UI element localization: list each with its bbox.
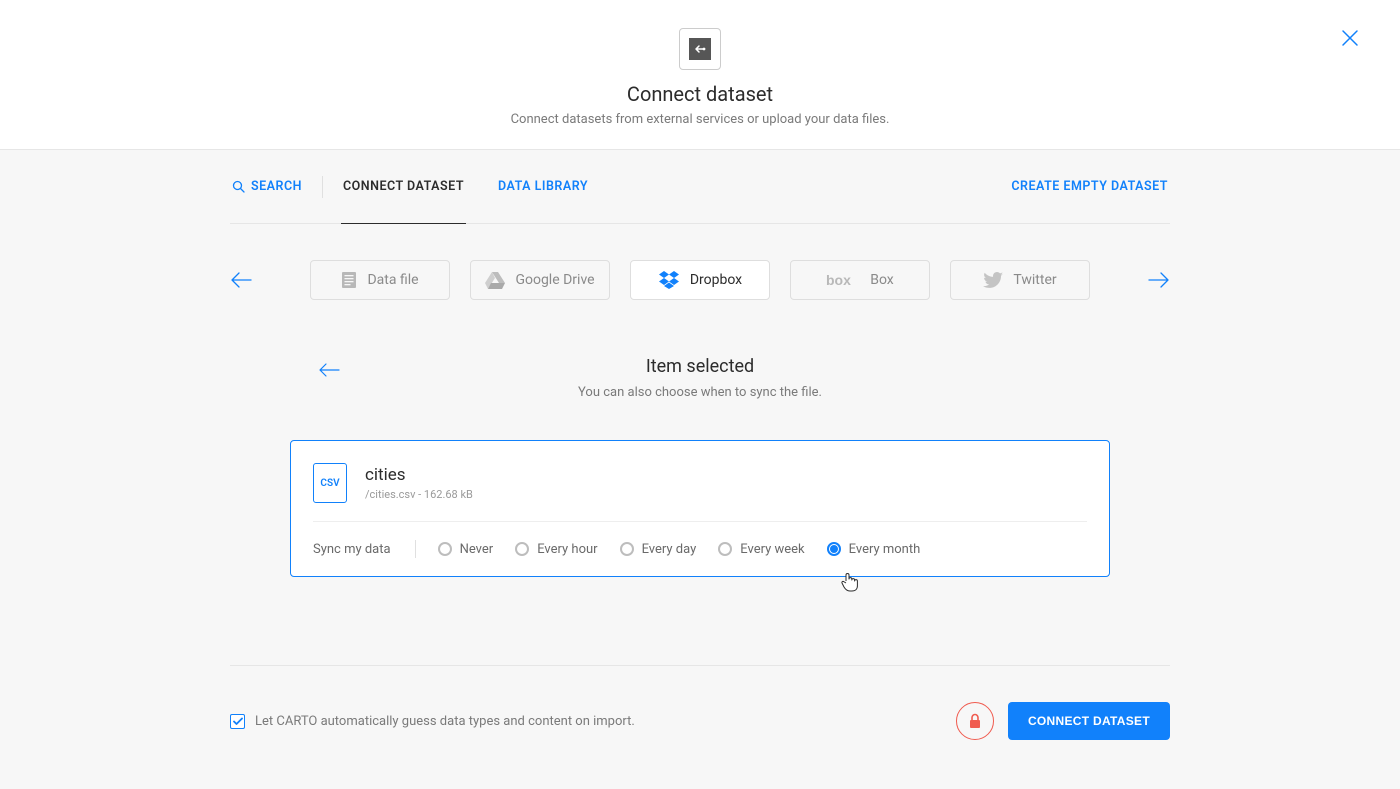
connector-twitter-label: Twitter: [1013, 272, 1056, 288]
sync-month-label: Every month: [849, 542, 921, 557]
radio-icon: [718, 542, 732, 556]
tab-connect-label: CONNECT DATASET: [343, 179, 464, 194]
guess-types-label: Let CARTO automatically guess data types…: [255, 714, 635, 729]
privacy-lock-button[interactable]: [956, 702, 994, 740]
svg-text:box: box: [826, 272, 851, 288]
lock-icon: [968, 713, 982, 729]
item-selected-desc: You can also choose when to sync the fil…: [230, 385, 1170, 400]
connector-data-file[interactable]: Data file: [310, 260, 450, 300]
connectors-row: Data file Google Drive: [230, 260, 1170, 300]
file-name: cities: [365, 465, 473, 485]
guess-types-checkbox[interactable]: [230, 714, 245, 729]
tab-data-library[interactable]: DATA LIBRARY: [496, 150, 590, 223]
file-icon: [341, 271, 357, 289]
tab-library-label: DATA LIBRARY: [498, 179, 588, 194]
back-arrow[interactable]: [318, 362, 340, 381]
close-button[interactable]: [1340, 28, 1360, 52]
divider: [322, 176, 323, 198]
sync-every-week[interactable]: Every week: [718, 542, 804, 557]
create-empty-label: CREATE EMPTY DATASET: [1011, 179, 1168, 194]
sync-never[interactable]: Never: [438, 542, 494, 557]
sync-hour-label: Every hour: [537, 542, 597, 557]
selected-file-card: CSV cities /cities.csv - 162.68 kB Sync …: [290, 440, 1110, 577]
sync-week-label: Every week: [740, 542, 804, 557]
divider: [415, 540, 416, 558]
check-icon: [233, 717, 243, 726]
radio-icon: [827, 542, 841, 556]
connector-gdrive-label: Google Drive: [515, 272, 594, 288]
twitter-icon: [983, 272, 1003, 288]
item-selected-header: Item selected You can also choose when t…: [230, 356, 1170, 400]
connectors-next-arrow[interactable]: [1148, 272, 1170, 288]
connector-data-file-label: Data file: [367, 272, 418, 288]
file-type-badge: CSV: [313, 463, 347, 503]
import-icon: [689, 38, 711, 60]
sync-every-hour[interactable]: Every hour: [515, 542, 597, 557]
connector-box-label: Box: [870, 272, 894, 288]
sync-row: Sync my data Never Every hour Every day …: [313, 522, 1087, 558]
tabs-row: SEARCH CONNECT DATASET DATA LIBRARY CREA…: [230, 150, 1170, 224]
sync-every-day[interactable]: Every day: [620, 542, 697, 557]
item-selected-title: Item selected: [230, 356, 1170, 377]
dropbox-icon: [658, 271, 680, 289]
radio-icon: [515, 542, 529, 556]
modal-header: Connect dataset Connect datasets from ex…: [0, 0, 1400, 150]
tab-search-label: SEARCH: [251, 179, 302, 194]
modal-title: Connect dataset: [0, 82, 1400, 106]
connector-dropbox[interactable]: Dropbox: [630, 260, 770, 300]
box-icon: box: [826, 272, 860, 288]
google-drive-icon: [485, 272, 505, 289]
sync-every-month[interactable]: Every month: [827, 542, 921, 557]
connectors-prev-arrow[interactable]: [230, 272, 252, 288]
connector-box[interactable]: box Box: [790, 260, 930, 300]
sync-never-label: Never: [460, 542, 494, 557]
connector-google-drive[interactable]: Google Drive: [470, 260, 610, 300]
footer: Let CARTO automatically guess data types…: [230, 665, 1170, 740]
radio-icon: [438, 542, 452, 556]
modal-subtitle: Connect datasets from external services …: [0, 112, 1400, 127]
radio-icon: [620, 542, 634, 556]
file-meta: /cities.csv - 162.68 kB: [365, 488, 473, 501]
connect-dataset-button[interactable]: CONNECT DATASET: [1008, 702, 1170, 740]
import-icon-frame: [679, 28, 721, 70]
tab-connect-dataset[interactable]: CONNECT DATASET: [341, 151, 466, 224]
tab-search[interactable]: SEARCH: [230, 150, 304, 223]
sync-label: Sync my data: [313, 542, 391, 557]
search-icon: [232, 180, 245, 193]
connector-dropbox-label: Dropbox: [690, 272, 742, 288]
connector-twitter[interactable]: Twitter: [950, 260, 1090, 300]
create-empty-dataset-link[interactable]: CREATE EMPTY DATASET: [1009, 150, 1170, 223]
sync-day-label: Every day: [642, 542, 697, 557]
